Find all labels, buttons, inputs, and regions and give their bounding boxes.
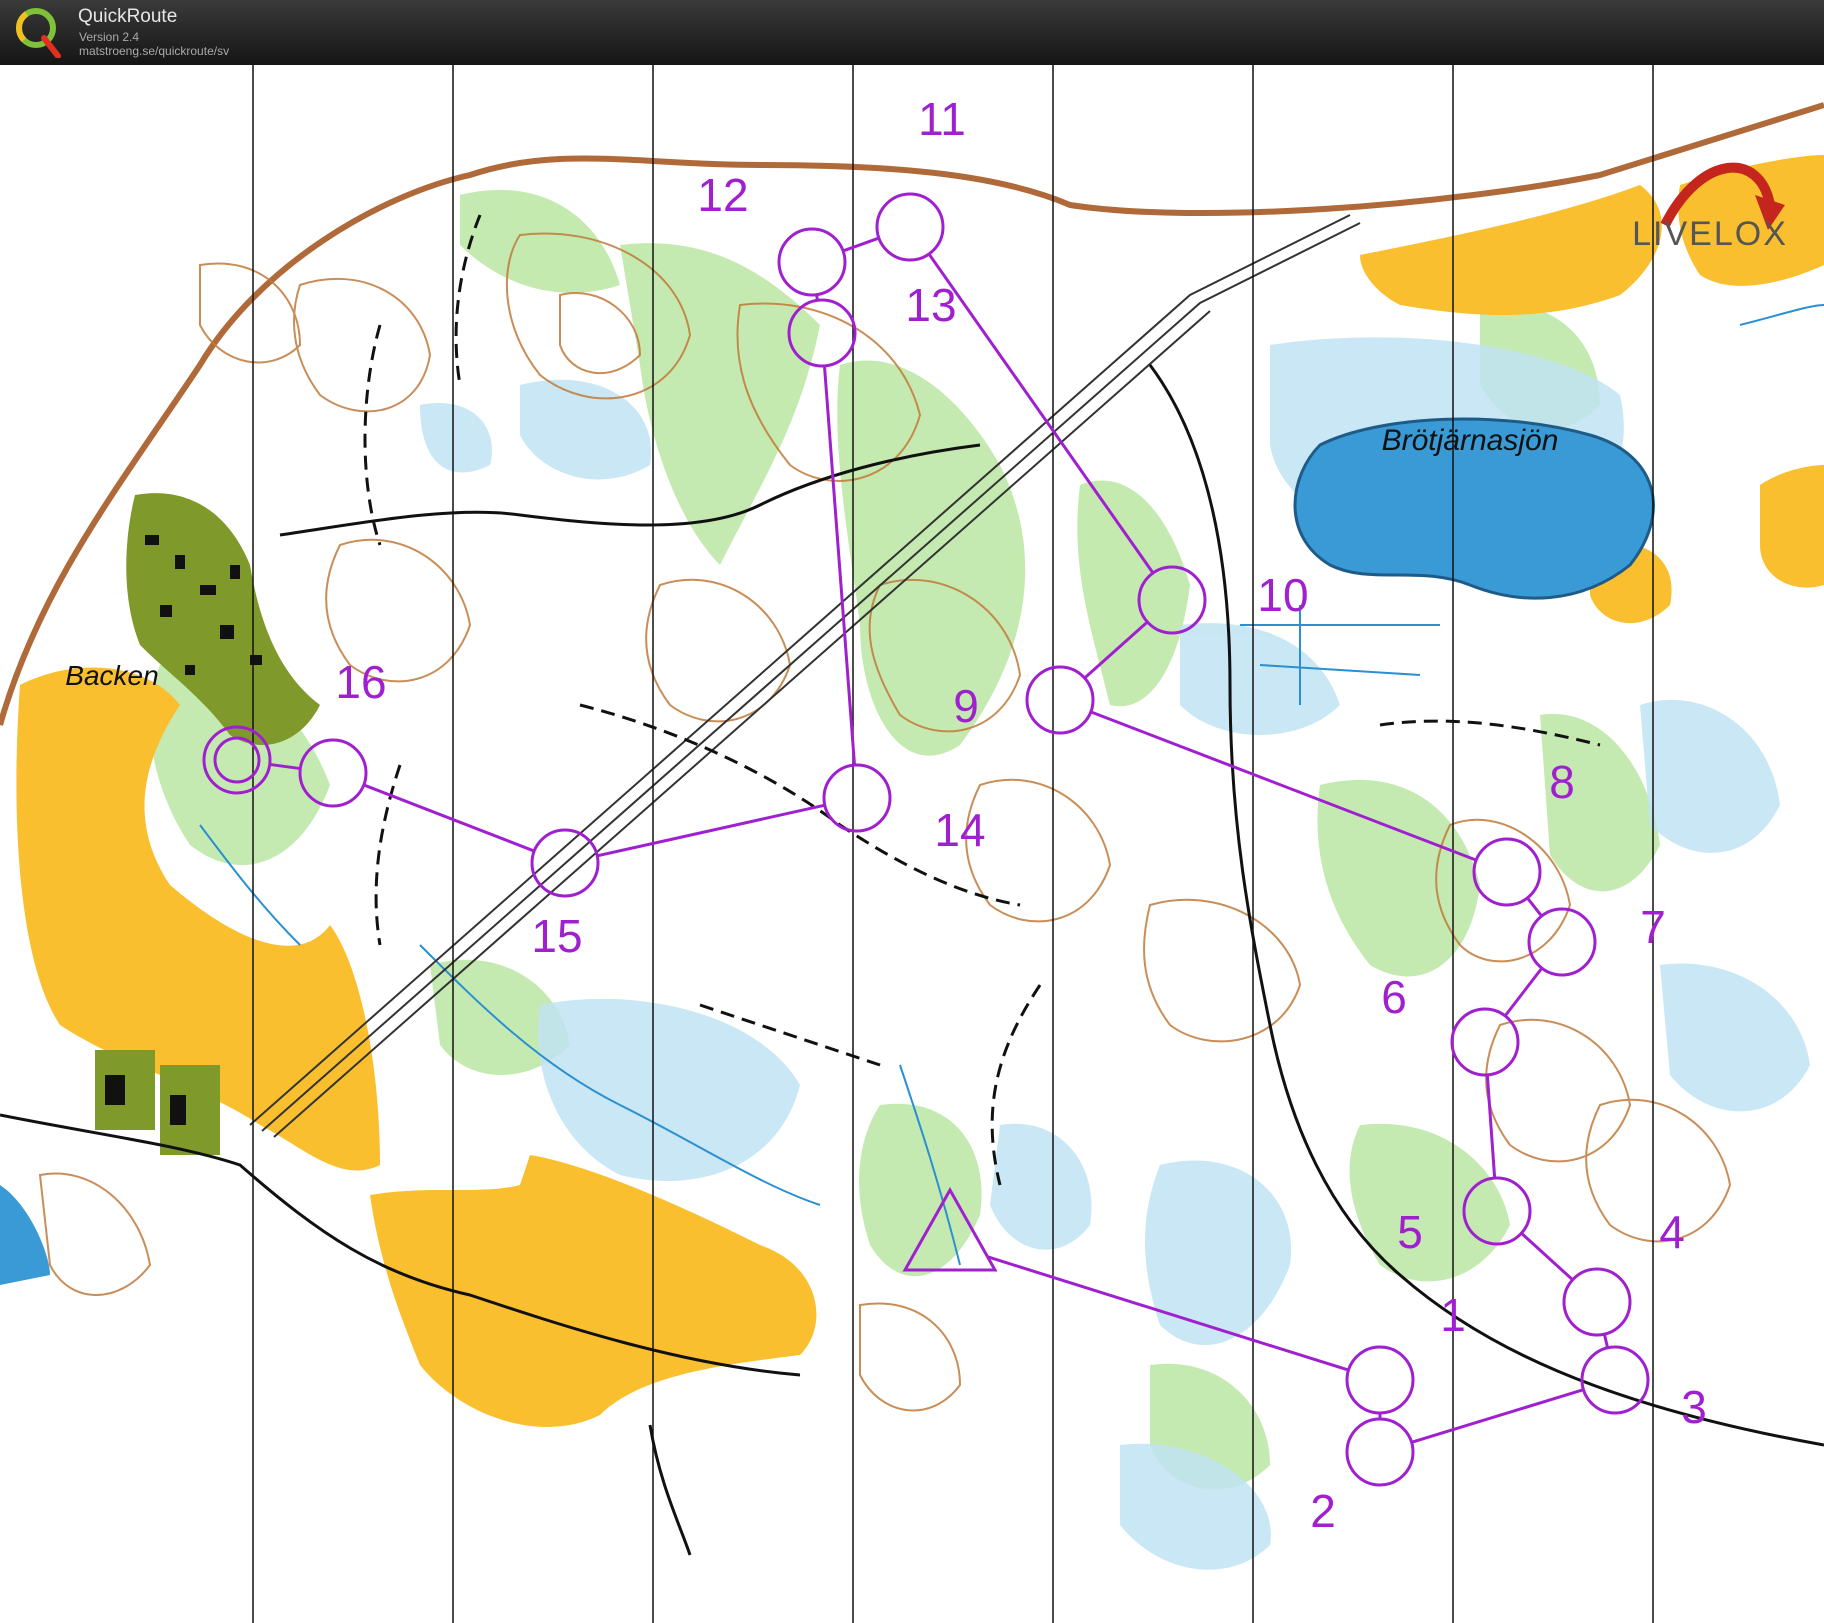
- control-label-11: 11: [918, 93, 966, 145]
- control-label-12: 12: [697, 169, 748, 221]
- control-label-15: 15: [531, 910, 582, 962]
- control-label-7: 7: [1640, 901, 1666, 953]
- control-label-5: 5: [1397, 1206, 1423, 1258]
- lake-label: Brötjärnasjön: [1382, 424, 1559, 457]
- control-label-8: 8: [1549, 756, 1575, 808]
- control-label-4: 4: [1659, 1206, 1685, 1258]
- control-label-13: 13: [905, 279, 956, 331]
- control-label-2: 2: [1310, 1485, 1336, 1537]
- livelox-text: LIVELOX: [1632, 215, 1788, 253]
- control-label-16: 16: [335, 656, 386, 708]
- control-label-14: 14: [934, 804, 985, 856]
- village-label: Backen: [65, 660, 158, 691]
- quickroute-logo-icon: [16, 8, 61, 58]
- control-label-1: 1: [1440, 1289, 1466, 1341]
- control-label-9: 9: [953, 680, 979, 732]
- app-url: matstroeng.se/quickroute/sv: [79, 44, 230, 58]
- title-bar: QuickRoute Version 2.4 matstroeng.se/qui…: [0, 0, 1824, 65]
- app-version: Version 2.4: [79, 30, 140, 44]
- control-label-6: 6: [1381, 971, 1407, 1023]
- control-label-10: 10: [1257, 569, 1308, 621]
- control-label-3: 3: [1681, 1381, 1707, 1433]
- orienteering-map[interactable]: Brötjärnasjön Backen LIVELOX 12345678910…: [0, 65, 1824, 1623]
- app-title: QuickRoute: [78, 6, 178, 27]
